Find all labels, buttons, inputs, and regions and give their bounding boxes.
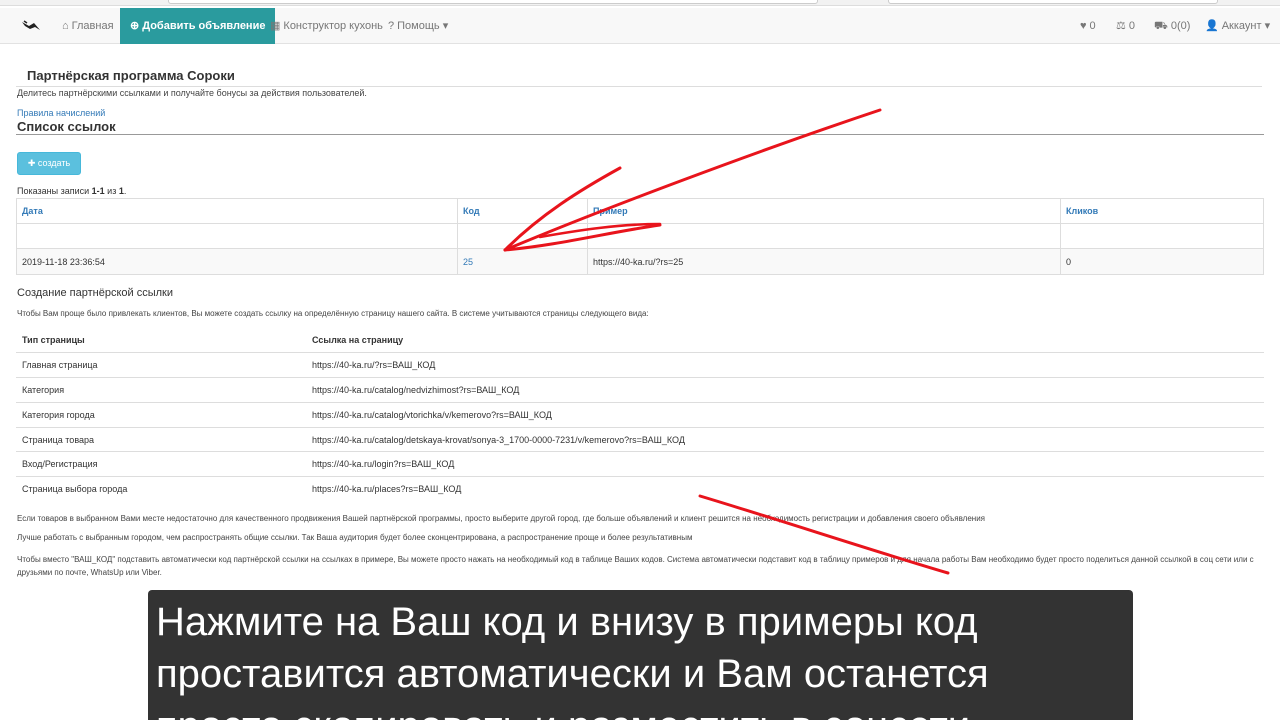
table-row: 2019-11-18 23:36:54 25 https://40-ka.ru/… — [16, 248, 1264, 275]
create-button-label: создать — [37, 158, 71, 168]
home-icon: ⌂ — [62, 20, 69, 32]
column-header-clicks[interactable]: Кликов — [1060, 198, 1264, 224]
caret-down-icon: ▾ — [442, 20, 449, 32]
nav-favorites[interactable]: ♥ 0 — [1080, 8, 1096, 44]
row-code-cell: 25 — [457, 248, 588, 275]
summary-range: 1-1 — [91, 186, 105, 196]
column-header-example: Пример — [587, 198, 1061, 224]
nav-kitchen-constructor-label: Конструктор кухонь — [283, 20, 383, 32]
row-date: 2019-11-18 23:36:54 — [16, 248, 458, 275]
column-header-page-type: Тип страницы — [22, 335, 85, 346]
nav-add-listing-label: Добавить объявление — [142, 20, 266, 32]
caret-down-icon: ▾ — [1264, 20, 1271, 32]
nav-home-label: Главная — [71, 20, 114, 32]
subtitle-line-1: Нажмите на Ваш код и внизу в примеры код — [156, 600, 978, 644]
summary-mid: из — [104, 186, 119, 196]
create-button[interactable]: ✚ создать — [17, 152, 81, 175]
account-label: Аккаунт — [1221, 20, 1262, 32]
nav-home[interactable]: ⌂ Главная — [62, 8, 114, 44]
table-row: Категория города https://40-ka.ru/catalo… — [16, 401, 1264, 428]
links-table: Дата Код Пример Кликов 2019-11-18 23:36:… — [16, 198, 1264, 275]
plus-circle-icon: ⊕ — [130, 20, 140, 32]
table-row: Главная страница https://40-ka.ru/?rs=ВА… — [16, 352, 1264, 378]
table-row: Страница выбора города https://40-ka.ru/… — [16, 476, 1264, 502]
page-title: Партнёрская программа Сороки — [27, 68, 235, 83]
plus-icon: ✚ — [27, 158, 36, 168]
page-type: Главная страница — [16, 352, 306, 378]
nav-account[interactable]: 👤 Аккаунт ▾ — [1205, 8, 1270, 44]
page-type: Страница выбора города — [16, 476, 306, 502]
subtitle-line-2: проставится автоматически и Вам останетс… — [156, 652, 989, 696]
video-subtitle: Нажмите на Ваш код и внизу в примеры код… — [148, 590, 1133, 720]
rules-link[interactable]: Правила начислений — [17, 108, 105, 118]
column-header-page-link: Ссылка на страницу — [312, 335, 404, 346]
table-row: Вход/Регистрация https://40-ka.ru/login?… — [16, 451, 1264, 477]
page-link: https://40-ka.ru/catalog/vtorichka/v/kem… — [306, 401, 1264, 428]
user-icon: 👤 — [1205, 20, 1219, 32]
page-type: Вход/Регистрация — [16, 451, 306, 477]
records-summary: Показаны записи 1-1 из 1. — [17, 186, 126, 196]
nav-compare[interactable]: ⚖ 0 — [1116, 8, 1135, 44]
cart-label: 0(0) — [1170, 20, 1191, 32]
summary-prefix: Показаны записи — [17, 186, 92, 196]
subtitle-line-3: просто скопировать и разместить в соцсет… — [156, 700, 1133, 720]
summary-suffix: . — [123, 186, 127, 196]
page-type: Категория города — [16, 401, 306, 428]
page-type: Страница товара — [16, 426, 306, 452]
question-circle-icon: ? — [388, 20, 395, 32]
note-paragraph-1: Если товаров в выбранном Вами месте недо… — [17, 514, 986, 523]
nav-cart[interactable]: ⛟ 0(0) — [1154, 8, 1190, 44]
page-link: https://40-ka.ru/places?rs=ВАШ_КОД — [306, 476, 1264, 502]
top-navbar: ⌂ Главная ⊕ Добавить объявление ▦ Конструкт… — [0, 8, 1280, 44]
compare-count: 0 — [1128, 20, 1135, 32]
address-bar[interactable] — [168, 0, 818, 4]
create-section-description: Чтобы Вам проще было привлекать клиентов… — [17, 309, 649, 318]
favorites-count: 0 — [1089, 20, 1096, 32]
page-link: https://40-ka.ru/catalog/nedvizhimost?rs… — [306, 377, 1264, 403]
compare-icon: ⚖ — [1116, 20, 1126, 32]
page-types-table: Тип страницы Ссылка на страницу Главная … — [16, 328, 1264, 502]
nav-help-label: Помощь — [397, 20, 440, 32]
browser-toolbar — [0, 0, 1280, 6]
divider — [16, 86, 1262, 87]
magpie-logo-icon[interactable] — [20, 17, 42, 35]
filter-cell[interactable] — [16, 223, 458, 249]
heart-icon: ♥ — [1080, 20, 1087, 32]
grid-icon: ▦ — [270, 20, 281, 32]
nav-kitchen-constructor[interactable]: ▦ Конструктор кухонь — [270, 8, 383, 44]
browser-search-bar[interactable] — [888, 0, 1218, 4]
table-row: Категория https://40-ka.ru/catalog/nedvi… — [16, 377, 1264, 403]
filter-cell[interactable] — [1060, 223, 1264, 249]
nav-add-listing[interactable]: ⊕ Добавить объявление — [120, 8, 276, 44]
create-section-title: Создание партнёрской ссылки — [17, 287, 174, 299]
page-type: Категория — [16, 377, 306, 403]
table-row: Страница товара https://40-ka.ru/catalog… — [16, 426, 1264, 452]
links-list-title: Список ссылок — [17, 119, 116, 134]
page-description: Делитесь партнёрскими ссылками и получай… — [17, 88, 367, 98]
page-link: https://40-ka.ru/?rs=ВАШ_КОД — [306, 352, 1264, 378]
row-clicks: 0 — [1060, 248, 1264, 275]
note-paragraph-2: Лучше работать с выбранным городом, чем … — [17, 533, 693, 542]
row-code-link[interactable]: 25 — [463, 257, 473, 267]
note-paragraph-3: Чтобы вместо "ВАШ_КОД" подставить автома… — [17, 555, 1254, 577]
row-example: https://40-ka.ru/?rs=25 — [587, 248, 1061, 275]
cart-icon: ⛟ — [1154, 20, 1168, 32]
column-header-date[interactable]: Дата — [16, 198, 458, 224]
nav-help[interactable]: ? Помощь ▾ — [388, 8, 448, 44]
filter-cell[interactable] — [457, 223, 588, 249]
filter-cell[interactable] — [587, 223, 1061, 249]
divider — [16, 134, 1264, 135]
column-header-code[interactable]: Код — [457, 198, 588, 224]
filter-row — [16, 223, 1264, 249]
page-link: https://40-ka.ru/login?rs=ВАШ_КОД — [306, 451, 1264, 477]
page-link: https://40-ka.ru/catalog/detskaya-krovat… — [306, 426, 1264, 452]
